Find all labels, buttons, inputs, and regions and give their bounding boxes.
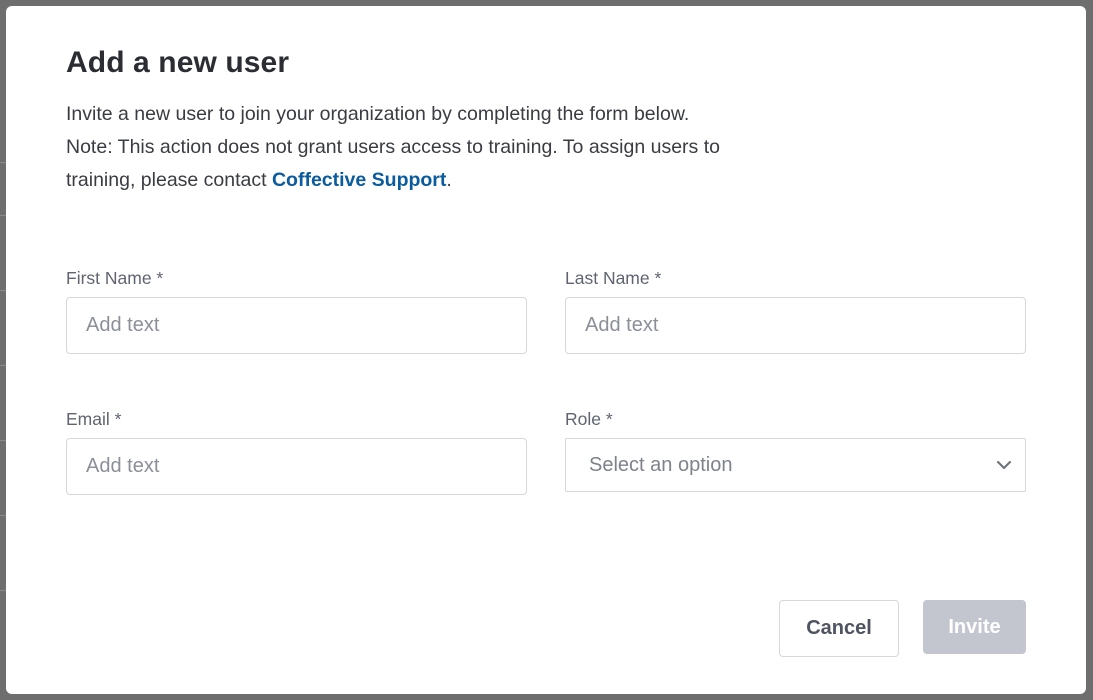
note-end: . [446,169,452,191]
first-name-label: First Name * [66,268,164,288]
role-select-value: Select an option [589,454,733,476]
description-line: Invite a new user to join your organizat… [66,103,690,125]
last-name-label: Last Name * [565,268,662,288]
cancel-button[interactable]: Cancel [779,600,899,657]
modal-description: Invite a new user to join your organizat… [66,98,766,197]
first-name-input[interactable] [66,297,527,354]
add-user-modal: Add a new user Invite a new user to join… [6,6,1086,694]
modal-title: Add a new user [66,46,290,79]
support-link[interactable]: Coffective Support [272,169,446,191]
role-label: Role * [565,409,613,429]
invite-button[interactable]: Invite [923,600,1026,654]
role-select[interactable]: Select an option [565,438,1026,492]
chevron-down-icon [997,461,1011,469]
email-input[interactable] [66,438,527,495]
email-label: Email * [66,409,122,429]
last-name-input[interactable] [565,297,1026,354]
